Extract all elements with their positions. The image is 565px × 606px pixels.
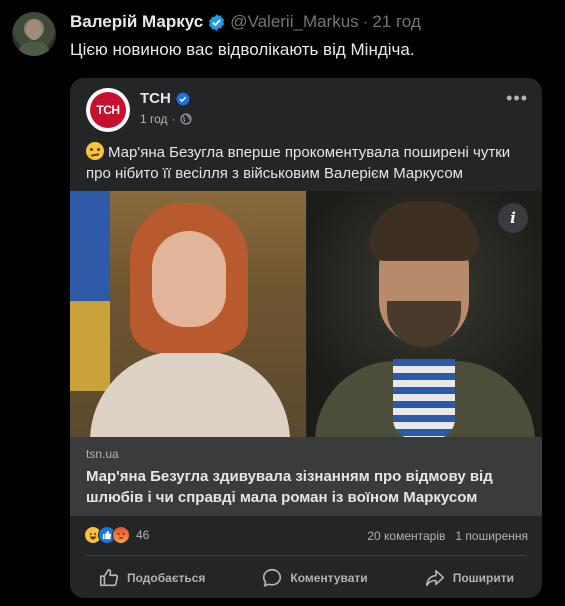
thumbs-up-icon xyxy=(99,568,119,587)
engagement-counts: 20 коментарів 1 поширення xyxy=(367,529,528,543)
tweet-text: Цією новиною вас відволікають від Міндіч… xyxy=(70,40,415,59)
like-label: Подобається xyxy=(127,571,206,585)
photo-man[interactable]: i xyxy=(307,191,542,437)
share-arrow-icon xyxy=(425,569,444,587)
divider xyxy=(86,555,526,556)
woman-face xyxy=(152,231,226,327)
angry-reaction-icon xyxy=(112,526,130,544)
verified-icon xyxy=(209,13,225,31)
like-button[interactable]: Подобається xyxy=(98,567,205,589)
tsn-logo[interactable]: ТСН xyxy=(86,88,130,132)
embedded-facebook-post[interactable]: ТСН ТСН 1 год · ••• Мар'яна Безугла впер… xyxy=(70,78,542,598)
tweet-time[interactable]: 21 год xyxy=(372,12,420,32)
comments-count[interactable]: 20 коментарів xyxy=(367,529,445,543)
comment-label: Коментувати xyxy=(290,571,368,585)
reactions-summary[interactable]: 46 xyxy=(84,526,149,544)
more-options-button[interactable]: ••• xyxy=(506,88,528,109)
page-name[interactable]: ТСН xyxy=(140,90,171,107)
post-text-block: Мар'яна Безугла вперше прокоментувала по… xyxy=(86,142,531,184)
post-actions: Подобається Коментувати Поширити xyxy=(70,561,542,595)
reaction-count: 46 xyxy=(136,528,150,542)
share-label: Поширити xyxy=(452,571,514,585)
post-text: Мар'яна Безугла вперше прокоментувала по… xyxy=(86,144,511,182)
meta-dot: · xyxy=(171,112,176,126)
author-handle[interactable]: @Valerii_Markus xyxy=(230,12,358,32)
flag-blue-part xyxy=(70,191,110,301)
info-icon[interactable]: i xyxy=(498,203,528,233)
link-preview[interactable]: tsn.ua Мар'яна Безугла здивувала зізнанн… xyxy=(70,437,542,516)
avatar-face xyxy=(26,20,42,40)
header-separator: · xyxy=(362,12,369,31)
post-meta: 1 год · xyxy=(140,112,192,126)
tweet: Валерій Маркус @Valerii_Markus · 21 год … xyxy=(0,0,565,606)
shares-count[interactable]: 1 поширення xyxy=(455,529,528,543)
author-avatar[interactable] xyxy=(12,12,56,56)
man-striped-shirt xyxy=(393,359,455,437)
share-button[interactable]: Поширити xyxy=(424,567,514,589)
thinking-face-icon xyxy=(86,142,104,160)
comment-icon xyxy=(263,568,282,587)
link-domain: tsn.ua xyxy=(86,447,119,461)
author-name[interactable]: Валерій Маркус xyxy=(70,12,203,32)
woman-body xyxy=(90,351,290,437)
avatar-body xyxy=(18,42,50,56)
man-beard xyxy=(387,301,461,347)
verified-icon xyxy=(176,92,190,105)
tweet-header: Валерій Маркус @Valerii_Markus · 21 год xyxy=(70,12,421,32)
photo-woman[interactable] xyxy=(70,191,306,437)
page-name-row: ТСН xyxy=(140,90,190,107)
post-time[interactable]: 1 год xyxy=(140,112,168,126)
man-hair xyxy=(369,201,479,261)
comment-button[interactable]: Коментувати xyxy=(261,567,368,589)
tsn-logo-text: ТСН xyxy=(90,92,126,128)
link-title[interactable]: Мар'яна Безугла здивувала зізнанням про … xyxy=(86,466,526,508)
flag-yellow-part xyxy=(70,301,110,391)
globe-icon xyxy=(180,113,192,125)
